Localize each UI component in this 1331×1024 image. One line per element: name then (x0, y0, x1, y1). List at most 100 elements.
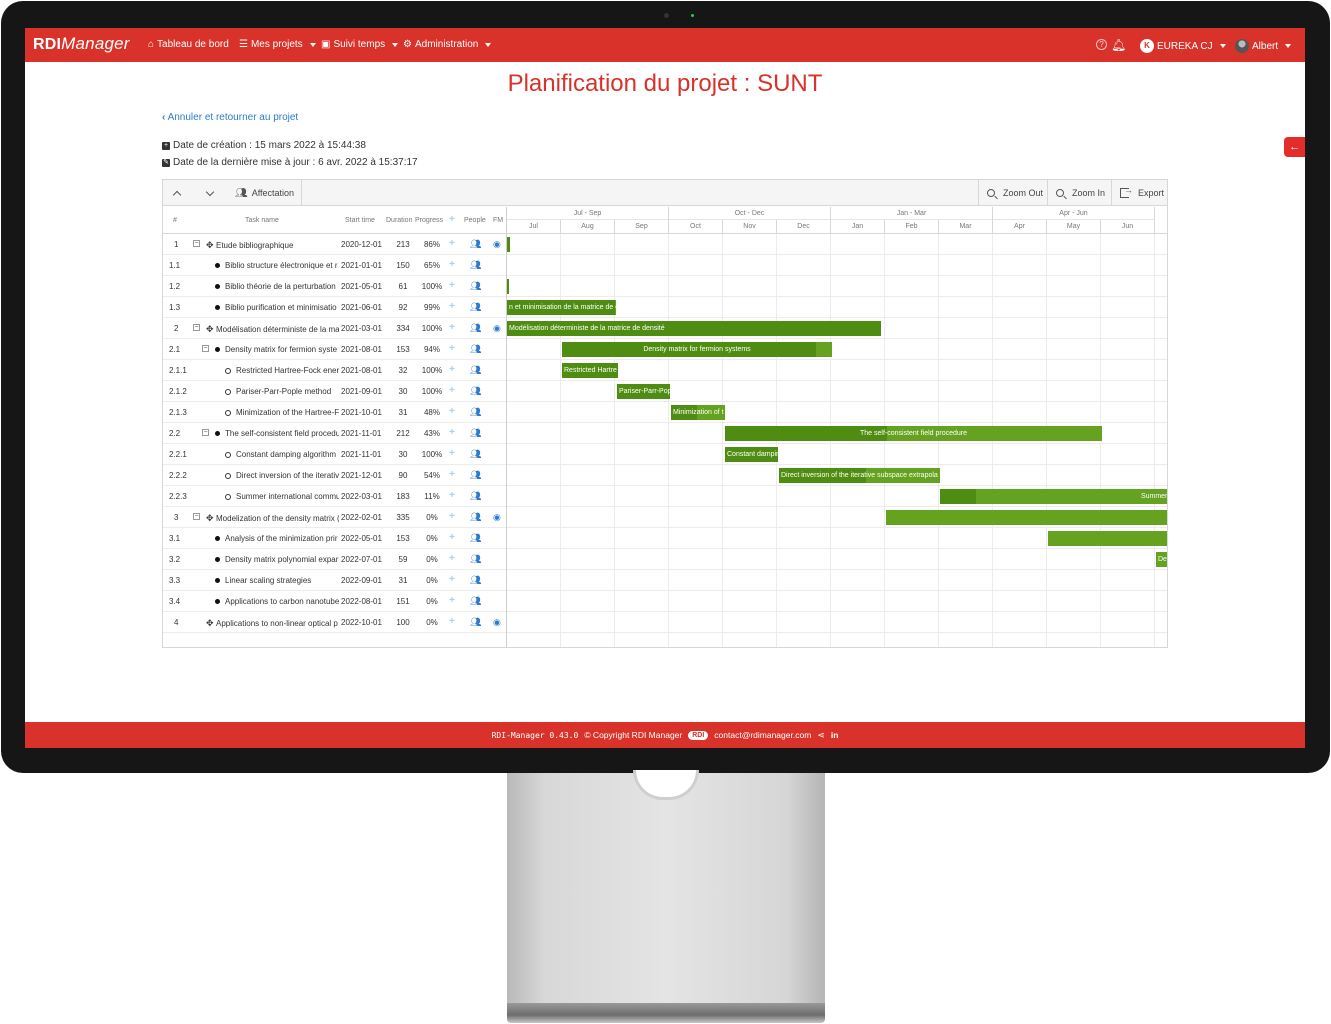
people-icon[interactable]: 👥︎ (470, 407, 481, 418)
affectation-button[interactable]: 👥︎ Affectation (229, 180, 300, 206)
collapse-toggle-icon[interactable]: − (193, 324, 200, 331)
table-row[interactable]: 2.2.2 Direct inversion of the iterativ 202… (163, 465, 506, 486)
org-switcher[interactable]: K EUREKA CJ (1140, 39, 1226, 53)
help-icon[interactable]: ? (1096, 39, 1107, 50)
people-icon[interactable]: 👥︎ (470, 617, 481, 628)
table-row[interactable]: 3.3 Linear scaling strategies 2022-09-01 31… (163, 570, 506, 591)
brand-logo[interactable]: RDIManager (33, 34, 130, 54)
add-subtask-icon[interactable]: + (449, 448, 455, 459)
table-row[interactable]: 2.2 − The self-consistent field procedu 202… (163, 423, 506, 444)
eye-icon[interactable]: ◉ (493, 512, 501, 523)
people-icon[interactable]: 👥︎ (470, 491, 481, 502)
user-menu[interactable]: Albert (1235, 39, 1292, 53)
people-icon[interactable]: 👥︎ (470, 302, 481, 313)
people-icon[interactable]: 👥︎ (470, 428, 481, 439)
table-row[interactable]: 2.1 − Density matrix for fermion syste 2021… (163, 339, 506, 360)
task-name-cell[interactable]: Minimization of the Hartree-F (225, 408, 339, 417)
gantt-task-bar[interactable]: Analysis of th (1048, 531, 1167, 546)
table-row[interactable]: 3.4 Applications to carbon nanotube 2022-0… (163, 591, 506, 612)
table-row[interactable]: 3.1 Analysis of the minimization prir 2022… (163, 528, 506, 549)
people-icon[interactable]: 👥︎ (470, 449, 481, 460)
nav-projects[interactable]: ☰ Mes projets (239, 39, 316, 50)
collapse-toggle-icon[interactable]: − (202, 345, 209, 352)
zoom-out-button[interactable]: Zoom Out (981, 180, 1049, 206)
add-subtask-icon[interactable]: + (449, 301, 455, 312)
add-subtask-icon[interactable]: + (449, 280, 455, 291)
task-name-cell[interactable]: Biblio théorie de la perturbation (215, 282, 339, 291)
task-name-cell[interactable]: Density matrix polynomial expar (215, 555, 339, 564)
task-name-cell[interactable]: ✥ Modélisation déterministe de la ma (206, 324, 339, 335)
gantt-task-bar[interactable]: Restricted Hartre (562, 363, 618, 378)
add-subtask-icon[interactable]: + (449, 574, 455, 585)
column-header-progress[interactable]: Progress (415, 217, 443, 224)
gantt-task-bar[interactable]: Density matrix for fermion systems (562, 342, 832, 357)
task-name-cell[interactable]: The self-consistent field procedu (215, 429, 339, 438)
zoom-in-button[interactable]: Zoom In (1050, 180, 1111, 206)
add-subtask-icon[interactable]: + (449, 511, 455, 522)
task-name-cell[interactable]: Density matrix for fermion syste (215, 345, 339, 354)
people-icon[interactable]: 👥︎ (470, 554, 481, 565)
collapse-toggle-icon[interactable]: − (193, 513, 200, 520)
add-subtask-icon[interactable]: + (449, 259, 455, 270)
linkedin-icon[interactable]: in (831, 730, 839, 740)
table-row[interactable]: 1.1 Biblio structure électronique et r 202… (163, 255, 506, 276)
task-name-cell[interactable]: Pariser-Parr-Pople method (225, 387, 339, 396)
gantt-task-bar[interactable]: Modélisation déterministe de la matrice … (507, 321, 881, 336)
collapse-toggle-icon[interactable]: − (193, 240, 200, 247)
task-name-cell[interactable]: Summer international commu (225, 492, 339, 501)
people-icon[interactable]: 👥︎ (470, 533, 481, 544)
eye-icon[interactable]: ◉ (493, 323, 501, 334)
table-row[interactable]: 2.1.1 Restricted Hartree-Fock ener 2021-08… (163, 360, 506, 381)
gantt-task-bar[interactable]: Der (1156, 552, 1167, 567)
contact-email-link[interactable]: contact@rdimanager.com (714, 730, 811, 740)
collapse-all-button[interactable] (166, 180, 188, 206)
export-button[interactable]: Export (1114, 180, 1170, 206)
task-name-cell[interactable]: Direct inversion of the iterativ (225, 471, 339, 480)
people-icon[interactable]: 👥︎ (470, 596, 481, 607)
add-task-button[interactable]: + (449, 214, 455, 225)
task-name-cell[interactable]: Biblio purification et minimisatio (215, 303, 339, 312)
expand-all-button[interactable] (199, 180, 221, 206)
add-subtask-icon[interactable]: + (449, 238, 455, 249)
table-row[interactable]: 4 ✥ Applications to non-linear optical p 20… (163, 612, 506, 633)
column-header-people[interactable]: People (464, 217, 486, 224)
table-row[interactable]: 2.1.3 Minimization of the Hartree-F 2021-1… (163, 402, 506, 423)
table-row[interactable]: 1− ✥ Etude bibliographique 2020-12-01 213 86%… (163, 234, 506, 255)
add-subtask-icon[interactable]: + (449, 385, 455, 396)
column-header-fm[interactable]: FM (493, 217, 503, 224)
gantt-task-bar[interactable]: Constant dampir (725, 447, 778, 462)
table-row[interactable]: 1.3 Biblio purification et minimisatio 202… (163, 297, 506, 318)
back-to-project-link[interactable]: ‹ Annuler et retourner au projet (162, 112, 298, 123)
gantt-task-bar[interactable]: Minimization of t (671, 405, 725, 420)
nav-dashboard[interactable]: ⌂ Tableau de bord (148, 39, 229, 50)
table-row[interactable]: 2.2.3 Summer international commu 2022-03-0… (163, 486, 506, 507)
add-subtask-icon[interactable]: + (449, 616, 455, 627)
add-subtask-icon[interactable]: + (449, 595, 455, 606)
nav-administration[interactable]: ⚙ Administration (403, 39, 492, 50)
table-row[interactable]: 2 − ✥ Modélisation déterministe de la ma 202… (163, 318, 506, 339)
add-subtask-icon[interactable]: + (449, 469, 455, 480)
task-name-cell[interactable]: ✥ Etude bibliographique (206, 240, 339, 251)
eye-icon[interactable]: ◉ (493, 239, 501, 250)
column-header-duration[interactable]: Duration (386, 217, 412, 224)
table-row[interactable]: 2.2.1 Constant damping algorithm 2021-11-0… (163, 444, 506, 465)
table-row[interactable]: 3.2 Density matrix polynomial expar 2022-0… (163, 549, 506, 570)
add-subtask-icon[interactable]: + (449, 322, 455, 333)
add-subtask-icon[interactable]: + (449, 427, 455, 438)
share-icon[interactable]: ⋖ (817, 730, 825, 741)
gantt-task-bar[interactable]: Pariser-Parr-Pop (617, 384, 670, 399)
column-header-task-name[interactable]: Task name (245, 217, 279, 224)
task-name-cell[interactable]: Linear scaling strategies (215, 576, 339, 585)
add-subtask-icon[interactable]: + (449, 364, 455, 375)
people-icon[interactable]: 👥︎ (470, 260, 481, 271)
add-subtask-icon[interactable]: + (449, 490, 455, 501)
add-subtask-icon[interactable]: + (449, 343, 455, 354)
gantt-task-bar[interactable]: n et minimisation de la matrice de d (507, 300, 616, 315)
people-icon[interactable]: 👥︎ (470, 323, 481, 334)
task-name-cell[interactable]: Applications to carbon nanotube (215, 597, 339, 606)
task-name-cell[interactable]: Constant damping algorithm (225, 450, 339, 459)
side-panel-toggle[interactable]: ← (1284, 137, 1305, 157)
people-icon[interactable]: 👥︎ (470, 365, 481, 376)
gantt-task-bar[interactable]: The self-consistent field procedure (725, 426, 1102, 441)
people-icon[interactable]: 👥︎ (470, 470, 481, 481)
